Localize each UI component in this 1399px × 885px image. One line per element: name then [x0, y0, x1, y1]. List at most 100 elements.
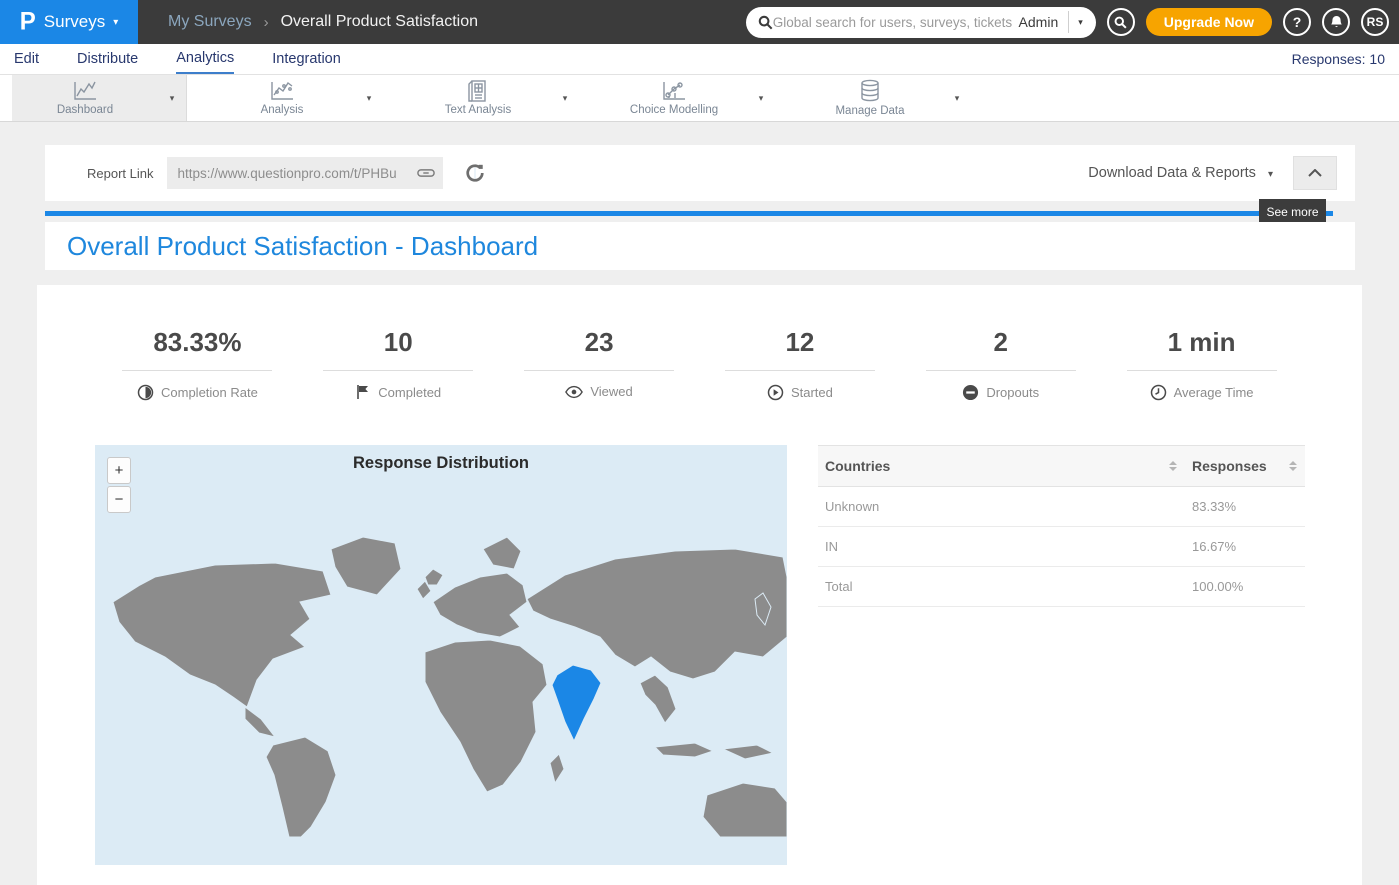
chevron-up-icon [1308, 169, 1322, 177]
stat-started: 12 Started [699, 327, 900, 401]
text-analysis-caret-icon[interactable]: ▾ [551, 75, 579, 121]
tab-edit[interactable]: Edit [14, 46, 39, 73]
completion-rate-label: Completion Rate [161, 385, 258, 400]
stat-completion-rate: 83.33% Completion Rate [97, 327, 298, 401]
africa-shape [425, 640, 547, 792]
map-title: Response Distribution [95, 445, 787, 473]
australia-shape [703, 783, 787, 837]
dropouts-value: 2 [900, 327, 1101, 358]
search-icon [1114, 16, 1127, 29]
viewed-value: 23 [499, 327, 700, 358]
dashboard-button[interactable]: Dashboard [12, 75, 158, 121]
stat-dropouts: 2 Dropouts [900, 327, 1101, 401]
analysis-caret-icon[interactable]: ▾ [355, 75, 383, 121]
dashboard-caret-icon[interactable]: ▾ [158, 75, 186, 121]
manage-data-caret-icon[interactable]: ▾ [943, 75, 971, 121]
country-cell: IN [818, 527, 1185, 567]
response-distribution-map[interactable]: Response Distribution + − [95, 445, 787, 865]
report-link-label: Report Link [87, 166, 153, 181]
tab-integration[interactable]: Integration [272, 46, 341, 73]
help-button[interactable]: ? [1283, 8, 1311, 36]
greenland-shape [331, 537, 401, 595]
search-input[interactable] [773, 15, 1013, 30]
country-cell: Total [818, 567, 1185, 607]
text-analysis-button[interactable]: Text Analysis [405, 75, 551, 121]
avatar-initials: RS [1367, 15, 1384, 29]
asia-shape [527, 549, 787, 679]
clock-icon [1150, 384, 1167, 401]
global-search[interactable]: Admin ▾ [746, 7, 1096, 38]
tab-analytics[interactable]: Analytics [176, 45, 234, 74]
report-link-url[interactable]: https://www.questionpro.com/t/PHBu [177, 166, 417, 181]
play-circle-icon [767, 384, 784, 401]
divider [926, 370, 1076, 371]
completed-label: Completed [378, 385, 441, 400]
top-bar: P Surveys ▾ My Surveys › Overall Product… [0, 0, 1399, 44]
table-row: Unknown 83.33% [818, 487, 1305, 527]
notifications-button[interactable] [1322, 8, 1350, 36]
analytics-toolbar: Dashboard ▾ Analysis ▾ Text Analysis ▾ C… [0, 75, 1399, 122]
manage-data-button[interactable]: Manage Data [797, 75, 943, 121]
stat-viewed: 23 Viewed [499, 327, 700, 401]
toolbar-group-analysis: Analysis ▾ [209, 75, 383, 121]
scandinavia-shape [483, 537, 521, 569]
report-link-field[interactable]: https://www.questionpro.com/t/PHBu [167, 157, 443, 189]
indonesia-shape [655, 743, 773, 759]
sort-countries-icon[interactable] [1169, 461, 1177, 471]
download-label: Download Data & Reports [1088, 165, 1256, 181]
stat-completed: 10 Completed [298, 327, 499, 401]
avatar[interactable]: RS [1361, 8, 1389, 36]
countries-header-label: Countries [825, 458, 890, 474]
central-america-shape [245, 707, 275, 737]
search-button[interactable] [1107, 8, 1135, 36]
responses-cell: 100.00% [1185, 567, 1305, 607]
divider [122, 370, 272, 371]
south-america-shape [266, 737, 336, 837]
page-title: Overall Product Satisfaction - Dashboard [67, 231, 538, 262]
sort-responses-icon[interactable] [1289, 461, 1297, 471]
download-data-reports-dropdown[interactable]: Download Data & Reports ▾ [1088, 165, 1273, 181]
divider [1127, 370, 1277, 371]
bell-icon [1330, 15, 1343, 29]
toolbar-group-dashboard: Dashboard ▾ [12, 75, 187, 121]
link-icon[interactable] [417, 166, 435, 180]
choice-modelling-button[interactable]: Choice Modelling [601, 75, 747, 121]
breadcrumb-my-surveys[interactable]: My Surveys [168, 13, 252, 31]
stat-average-time: 1 min Average Time [1101, 327, 1302, 401]
started-label: Started [791, 385, 833, 400]
average-time-label: Average Time [1174, 385, 1254, 400]
analysis-button[interactable]: Analysis [209, 75, 355, 121]
responses-header-label: Responses [1192, 458, 1267, 474]
europe-shape [425, 569, 527, 637]
responses-cell: 83.33% [1185, 487, 1305, 527]
see-more-toggle-button[interactable] [1293, 156, 1337, 190]
text-analysis-label: Text Analysis [445, 104, 511, 116]
upgrade-now-button[interactable]: Upgrade Now [1146, 8, 1272, 36]
countries-column-header[interactable]: Countries [818, 446, 1185, 487]
minus-circle-icon [962, 384, 979, 401]
average-time-value: 1 min [1101, 327, 1302, 358]
toolbar-group-choice-modelling: Choice Modelling ▾ [601, 75, 775, 121]
eye-icon [565, 385, 583, 399]
choice-modelling-caret-icon[interactable]: ▾ [747, 75, 775, 121]
countries-table: Countries Responses [818, 445, 1305, 607]
surveys-menu[interactable]: P Surveys ▾ [0, 0, 138, 44]
question-icon: ? [1293, 14, 1302, 30]
divider [524, 370, 674, 371]
table-row: IN 16.67% [818, 527, 1305, 567]
title-bar: Overall Product Satisfaction - Dashboard [45, 222, 1355, 270]
flag-icon [355, 384, 371, 400]
madagascar-shape [550, 754, 564, 783]
dashboard-label: Dashboard [57, 104, 113, 116]
tab-distribute[interactable]: Distribute [77, 46, 138, 73]
search-scope-caret-icon[interactable]: ▾ [1069, 17, 1092, 28]
viewed-label: Viewed [590, 384, 632, 399]
live-report-globe-icon[interactable] [465, 163, 485, 183]
accent-divider [45, 211, 1333, 216]
world-map[interactable] [95, 479, 787, 865]
responses-column-header[interactable]: Responses [1185, 446, 1305, 487]
search-scope-selector[interactable]: Admin [1013, 11, 1070, 33]
questionpro-logo-icon: P [20, 9, 36, 34]
scatter-chart-icon [269, 80, 295, 102]
choice-modelling-label: Choice Modelling [630, 104, 718, 116]
